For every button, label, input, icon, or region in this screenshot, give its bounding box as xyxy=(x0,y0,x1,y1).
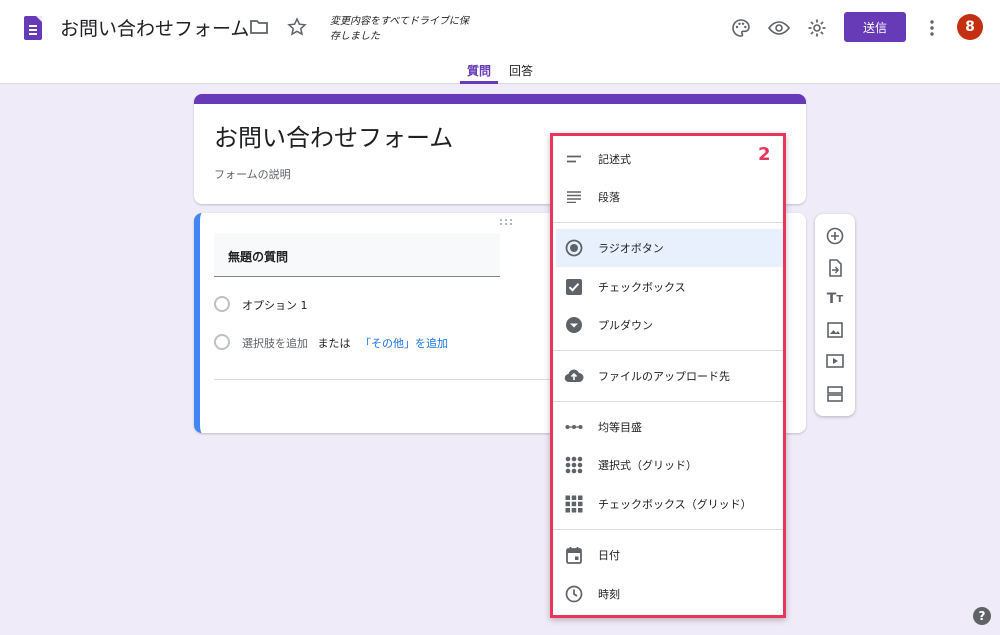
document-title[interactable]: お問い合わせフォーム xyxy=(60,14,249,41)
calendar-icon xyxy=(562,543,586,567)
menu-item-checkbox[interactable]: チェックボックス xyxy=(556,268,783,306)
add-question-icon[interactable] xyxy=(825,226,845,246)
menu-item-checkbox-grid[interactable]: チェックボックス（グリッド） xyxy=(556,485,783,523)
option-1-label[interactable]: オプション 1 xyxy=(242,297,308,313)
menu-item-dropdown[interactable]: プルダウン xyxy=(556,306,783,344)
forms-logo-icon[interactable] xyxy=(24,16,42,40)
paragraph-icon xyxy=(562,185,586,209)
question-title-input[interactable]: 無題の質問 xyxy=(214,233,500,277)
tab-questions[interactable]: 質問 xyxy=(460,62,498,84)
menu-item-label: チェックボックス（グリッド） xyxy=(598,498,752,511)
radio-add-option-icon xyxy=(214,334,230,350)
add-option-row: 選択肢を追加 または 「その他」を追加 xyxy=(242,335,448,351)
menu-item-label: プルダウン xyxy=(598,319,653,332)
more-vert-icon[interactable] xyxy=(922,16,942,40)
menu-item-label: チェックボックス xyxy=(598,281,686,294)
menu-item-time[interactable]: 時刻 xyxy=(556,575,783,613)
menu-item-label: ラジオボタン xyxy=(598,242,664,255)
menu-item-label: ファイルのアップロード先 xyxy=(598,370,730,383)
radio-option-icon xyxy=(214,296,230,312)
menu-item-multiple-choice-grid[interactable]: 選択式（グリッド） xyxy=(556,446,783,484)
checkbox-icon xyxy=(562,275,586,299)
or-text: または xyxy=(317,337,351,350)
add-option-link[interactable]: 選択肢を追加 xyxy=(242,337,308,350)
question-title: 無題の質問 xyxy=(228,250,289,264)
menu-item-label: 段落 xyxy=(598,191,620,204)
question-type-menu: 2 記述式 段落 ラジオボタン チェックボックス プルダウン ファイルのアップロ… xyxy=(550,133,786,618)
menu-item-label: 記述式 xyxy=(598,153,631,166)
grid-dots-icon xyxy=(562,453,586,477)
add-title-description-icon[interactable]: TT xyxy=(825,289,845,309)
grid-squares-icon xyxy=(562,492,586,516)
menu-item-label: 日付 xyxy=(598,549,620,562)
linear-scale-icon xyxy=(562,415,586,439)
preview-eye-icon[interactable] xyxy=(767,16,791,40)
app-header: お問い合わせフォーム 変更内容をすべてドライブに保存しました 送信 8 質問 回… xyxy=(0,0,1000,84)
add-other-link[interactable]: 「その他」を追加 xyxy=(360,337,448,350)
import-questions-icon[interactable] xyxy=(825,258,845,278)
menu-item-label: 時刻 xyxy=(598,588,620,601)
radio-button-icon xyxy=(562,236,586,260)
menu-item-radio-button[interactable]: ラジオボタン xyxy=(556,229,783,267)
menu-divider xyxy=(553,401,783,402)
add-section-icon[interactable] xyxy=(825,384,845,404)
menu-item-paragraph[interactable]: 段落 xyxy=(556,178,783,216)
help-icon[interactable]: ? xyxy=(973,607,991,625)
menu-item-label: 選択式（グリッド） xyxy=(598,459,697,472)
add-image-icon[interactable] xyxy=(825,320,845,340)
send-button[interactable]: 送信 xyxy=(844,12,906,42)
palette-icon[interactable] xyxy=(729,16,753,40)
menu-item-date[interactable]: 日付 xyxy=(556,536,783,574)
menu-item-linear-scale[interactable]: 均等目盛 xyxy=(556,408,783,446)
side-toolbar: TT xyxy=(815,214,855,416)
tab-responses[interactable]: 回答 xyxy=(509,62,533,84)
drag-handle-icon[interactable] xyxy=(500,219,513,225)
form-description-input[interactable]: フォームの説明 xyxy=(214,166,291,182)
form-title[interactable]: お問い合わせフォーム xyxy=(214,118,453,153)
menu-divider xyxy=(553,222,783,223)
dropdown-icon xyxy=(562,313,586,337)
menu-divider xyxy=(553,529,783,530)
folder-icon[interactable] xyxy=(248,16,270,38)
account-avatar[interactable]: 8 xyxy=(957,14,983,40)
star-icon[interactable] xyxy=(286,16,308,38)
menu-item-file-upload[interactable]: ファイルのアップロード先 xyxy=(556,357,783,395)
short-answer-icon xyxy=(562,147,586,171)
menu-divider xyxy=(553,350,783,351)
add-video-icon[interactable] xyxy=(825,351,845,371)
save-status-text: 変更内容をすべてドライブに保存しました xyxy=(330,16,469,42)
menu-item-short-answer[interactable]: 記述式 xyxy=(556,140,783,178)
menu-item-label: 均等目盛 xyxy=(598,421,642,434)
clock-icon xyxy=(562,582,586,606)
cloud-upload-icon xyxy=(562,364,586,388)
settings-gear-icon[interactable] xyxy=(805,16,829,40)
